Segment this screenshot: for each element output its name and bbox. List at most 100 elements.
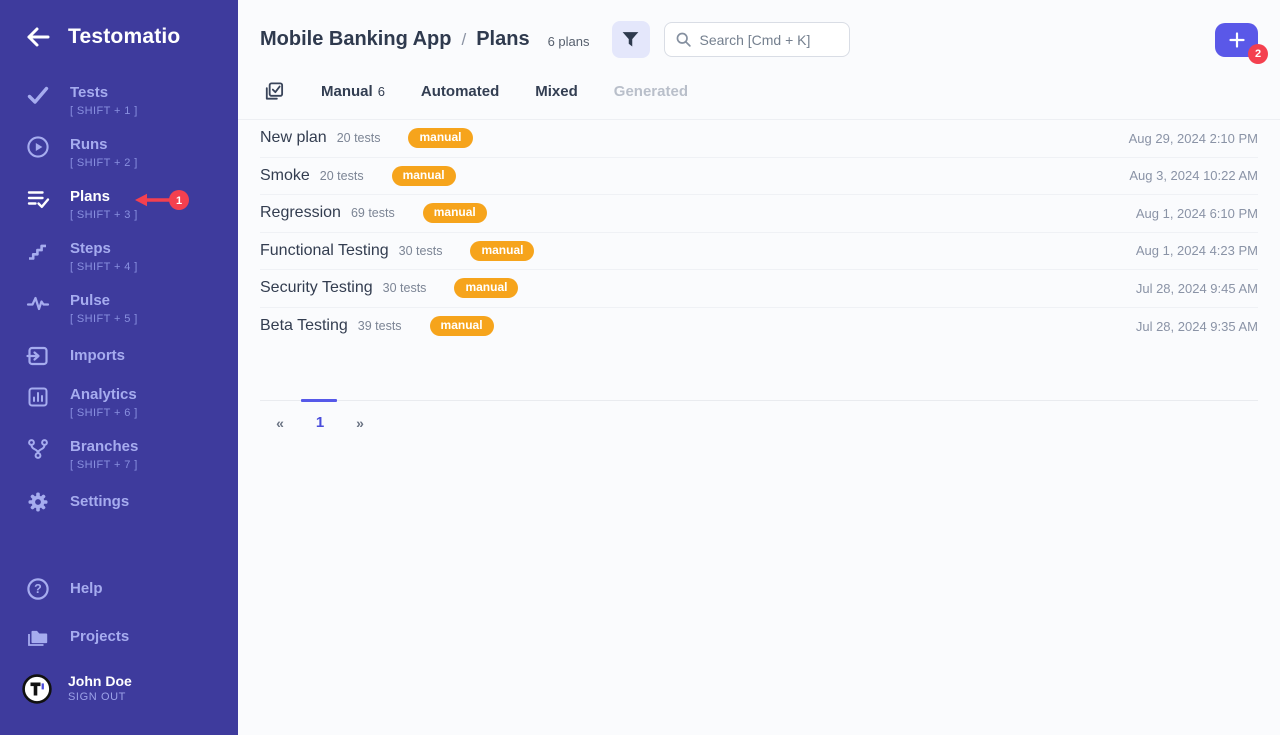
plan-date: Aug 1, 2024 4:23 PM bbox=[1136, 243, 1258, 258]
sidebar-item-steps[interactable]: Steps [ SHIFT + 4 ] bbox=[0, 231, 238, 283]
plan-list: New plan 20 tests manual Aug 29, 2024 2:… bbox=[238, 120, 1280, 345]
sidebar-item-shortcut: [ SHIFT + 3 ] bbox=[70, 207, 138, 223]
user-menu[interactable]: John Doe SIGN OUT bbox=[0, 661, 238, 723]
sidebar-nav: Tests [ SHIFT + 1 ] Runs [ SHIFT + 2 ] bbox=[0, 75, 238, 523]
sidebar-item-shortcut: [ SHIFT + 7 ] bbox=[70, 457, 138, 473]
brand-title: Testomatio bbox=[68, 25, 180, 49]
sidebar-bottom: ? Help Projects bbox=[0, 565, 238, 735]
sidebar-item-tests[interactable]: Tests [ SHIFT + 1 ] bbox=[0, 75, 238, 127]
svg-text:?: ? bbox=[34, 582, 42, 596]
sidebar-item-runs[interactable]: Runs [ SHIFT + 2 ] bbox=[0, 127, 238, 179]
page-title: Plans bbox=[476, 28, 529, 51]
gear-icon bbox=[26, 490, 50, 514]
sidebar-item-shortcut: [ SHIFT + 6 ] bbox=[70, 405, 138, 421]
plan-row[interactable]: Beta Testing 39 tests manual Jul 28, 202… bbox=[260, 308, 1258, 346]
sidebar-item-shortcut: [ SHIFT + 2 ] bbox=[70, 155, 138, 171]
sign-out-link[interactable]: SIGN OUT bbox=[68, 690, 132, 705]
sidebar: Testomatio Tests [ SHIFT + 1 ] Runs [ SH… bbox=[0, 0, 238, 735]
search-input[interactable] bbox=[700, 32, 839, 48]
plans-count: 6 plans bbox=[548, 34, 590, 49]
sidebar-item-analytics[interactable]: Analytics [ SHIFT + 6 ] bbox=[0, 377, 238, 429]
plan-row[interactable]: New plan 20 tests manual Aug 29, 2024 2:… bbox=[260, 120, 1258, 158]
active-page-indicator bbox=[301, 399, 337, 402]
help-circle-icon: ? bbox=[26, 577, 50, 601]
sidebar-item-label: Projects bbox=[70, 627, 129, 647]
sidebar-item-label: Imports bbox=[70, 346, 125, 366]
sidebar-item-shortcut: [ SHIFT + 5 ] bbox=[70, 311, 138, 327]
plan-test-count: 69 tests bbox=[351, 206, 395, 220]
sidebar-item-shortcut: [ SHIFT + 4 ] bbox=[70, 259, 138, 275]
plan-name[interactable]: Regression bbox=[260, 204, 341, 222]
plus-icon bbox=[1229, 32, 1245, 48]
folder-icon bbox=[26, 625, 50, 649]
annotation-step-badge: 2 bbox=[1248, 44, 1268, 64]
pagination: « 1 » bbox=[260, 400, 1258, 431]
app-root: Testomatio Tests [ SHIFT + 1 ] Runs [ SH… bbox=[0, 0, 1280, 735]
plan-name[interactable]: Smoke bbox=[260, 167, 310, 185]
plan-test-count: 30 tests bbox=[383, 281, 427, 295]
plan-row[interactable]: Security Testing 30 tests manual Jul 28,… bbox=[260, 270, 1258, 308]
branches-icon bbox=[26, 437, 50, 461]
sidebar-item-branches[interactable]: Branches [ SHIFT + 7 ] bbox=[0, 429, 238, 481]
plan-name[interactable]: Security Testing bbox=[260, 279, 373, 297]
sidebar-item-label: Branches bbox=[70, 437, 138, 457]
plan-row[interactable]: Smoke 20 tests manual Aug 3, 2024 10:22 … bbox=[260, 158, 1258, 196]
pagination-next-button[interactable]: » bbox=[340, 414, 380, 431]
sidebar-item-projects[interactable]: Projects bbox=[0, 613, 238, 661]
tab-manual-count: 6 bbox=[378, 84, 385, 99]
check-icon bbox=[26, 83, 50, 107]
sidebar-item-pulse[interactable]: Pulse [ SHIFT + 5 ] bbox=[0, 283, 238, 335]
sidebar-item-label: Tests bbox=[70, 83, 138, 103]
sidebar-item-label: Help bbox=[70, 579, 103, 599]
plan-date: Jul 28, 2024 9:45 AM bbox=[1136, 281, 1258, 296]
plan-test-count: 20 tests bbox=[320, 169, 364, 183]
plan-date: Jul 28, 2024 9:35 AM bbox=[1136, 319, 1258, 334]
plan-type-badge: manual bbox=[423, 203, 487, 223]
sidebar-item-imports[interactable]: Imports bbox=[0, 335, 238, 377]
import-icon bbox=[26, 344, 50, 368]
plan-row[interactable]: Regression 69 tests manual Aug 1, 2024 6… bbox=[260, 195, 1258, 233]
brand-row: Testomatio bbox=[0, 0, 238, 71]
pagination-prev-button[interactable]: « bbox=[260, 414, 300, 431]
sidebar-item-shortcut: [ SHIFT + 1 ] bbox=[70, 103, 138, 119]
back-arrow-icon[interactable] bbox=[24, 25, 52, 49]
list-check-icon bbox=[26, 187, 50, 211]
filter-button[interactable] bbox=[612, 21, 650, 58]
breadcrumb-separator: / bbox=[461, 30, 466, 50]
search-box[interactable] bbox=[664, 22, 850, 57]
tab-mixed[interactable]: Mixed bbox=[535, 83, 578, 100]
plan-type-badge: manual bbox=[470, 241, 534, 261]
plan-row[interactable]: Functional Testing 30 tests manual Aug 1… bbox=[260, 233, 1258, 271]
plan-name[interactable]: Functional Testing bbox=[260, 242, 389, 260]
tab-manual[interactable]: Manual6 bbox=[321, 83, 385, 100]
breadcrumb: Mobile Banking App / Plans bbox=[260, 28, 530, 51]
plan-type-badge: manual bbox=[430, 316, 494, 336]
plan-type-badge: manual bbox=[408, 128, 472, 148]
plan-name[interactable]: New plan bbox=[260, 129, 327, 147]
plan-date: Aug 1, 2024 6:10 PM bbox=[1136, 206, 1258, 221]
sidebar-item-label: Runs bbox=[70, 135, 138, 155]
main-content: Mobile Banking App / Plans 6 plans bbox=[238, 0, 1280, 735]
breadcrumb-project[interactable]: Mobile Banking App bbox=[260, 28, 451, 51]
tab-generated[interactable]: Generated bbox=[614, 83, 688, 100]
user-name: John Doe bbox=[68, 673, 132, 690]
copy-check-icon[interactable] bbox=[262, 80, 285, 103]
plan-date: Aug 3, 2024 10:22 AM bbox=[1129, 168, 1258, 183]
sidebar-item-plans[interactable]: Plans [ SHIFT + 3 ] bbox=[0, 179, 238, 231]
tabs-row: Manual6 Automated Mixed Generated bbox=[238, 66, 1280, 120]
plan-type-badge: manual bbox=[454, 278, 518, 298]
plan-name[interactable]: Beta Testing bbox=[260, 317, 348, 335]
avatar bbox=[22, 674, 52, 704]
play-circle-icon bbox=[26, 135, 50, 159]
sidebar-item-label: Analytics bbox=[70, 385, 138, 405]
tab-automated[interactable]: Automated bbox=[421, 83, 499, 100]
sidebar-item-help[interactable]: ? Help bbox=[0, 565, 238, 613]
plan-date: Aug 29, 2024 2:10 PM bbox=[1129, 131, 1258, 146]
sidebar-item-label: Steps bbox=[70, 239, 138, 259]
sidebar-item-label: Pulse bbox=[70, 291, 138, 311]
sidebar-item-settings[interactable]: Settings bbox=[0, 481, 238, 523]
plan-test-count: 39 tests bbox=[358, 319, 402, 333]
pagination-page-1[interactable]: 1 bbox=[300, 414, 340, 431]
add-plan-button[interactable]: 2 bbox=[1215, 23, 1258, 57]
main-header: Mobile Banking App / Plans 6 plans bbox=[238, 0, 1280, 66]
